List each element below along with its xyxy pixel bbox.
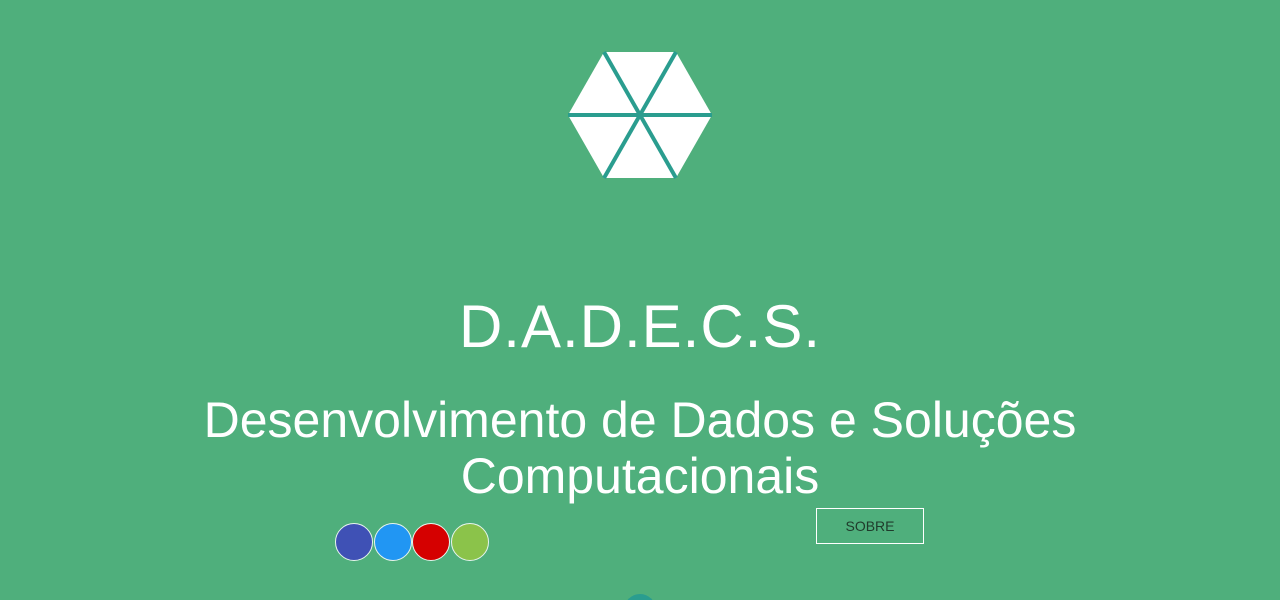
hexagon-triangles-icon — [568, 51, 712, 179]
page-subtitle: Desenvolvimento de Dados e Soluções Comp… — [203, 391, 1077, 504]
theme-swatch-green[interactable] — [450, 523, 489, 561]
sobre-button[interactable]: SOBRE — [816, 508, 924, 544]
theme-swatch-blue[interactable] — [373, 523, 412, 561]
theme-swatch-red[interactable] — [412, 523, 450, 561]
theme-swatch-indigo[interactable] — [335, 523, 373, 561]
scroll-down-indicator[interactable] — [624, 594, 656, 600]
page-title: D.A.D.E.C.S. — [458, 293, 822, 361]
theme-color-picker — [335, 523, 489, 561]
